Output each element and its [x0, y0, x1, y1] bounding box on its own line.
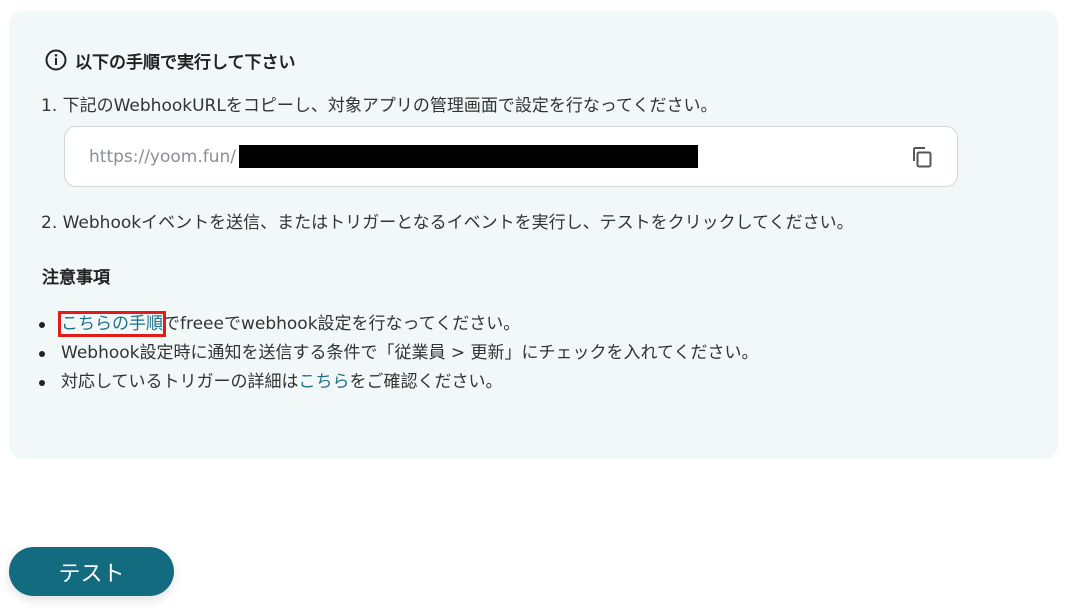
notes-list: こちらの手順でfreeeでwebhook設定を行なってください。 Webhook… — [39, 311, 759, 400]
webhook-url-text[interactable]: https://yoom.fun/ — [89, 147, 236, 167]
notes-title: 注意事項 — [42, 268, 110, 288]
list-item-text: 対応しているトリガーの詳細は — [61, 372, 299, 392]
webhook-url-field[interactable]: https://yoom.fun/ — [64, 126, 958, 187]
instructions-panel: 以下の手順で実行して下さい 1. 下記のWebhookURLをコピーし、対象アプ… — [9, 11, 1058, 459]
list-item: 対応しているトリガーの詳細はこちらをご確認ください。 — [39, 371, 759, 400]
procedure-link[interactable]: こちらの手順 — [58, 311, 166, 337]
info-circle-icon — [45, 49, 67, 71]
step-1-text: 1. 下記のWebhookURLをコピーし、対象アプリの管理画面で設定を行なって… — [41, 96, 718, 116]
step-2-text: 2. Webhookイベントを送信、またはトリガーとなるイベントを実行し、テスト… — [41, 213, 854, 233]
list-item: Webhook設定時に通知を送信する条件で「従業員 > 更新」にチェックを入れて… — [39, 342, 759, 371]
bullet — [39, 351, 45, 357]
list-item-text: でfreeeでwebhook設定を行なってください。 — [163, 314, 521, 334]
details-link[interactable]: こちら — [299, 372, 350, 392]
list-item-text: Webhook設定時に通知を送信する条件で「従業員 > 更新」にチェックを入れて… — [61, 343, 759, 363]
instructions-heading-row: 以下の手順で実行して下さい — [45, 48, 296, 73]
instructions-heading: 以下の手順で実行して下さい — [75, 52, 296, 73]
bullet — [39, 322, 45, 328]
test-button[interactable]: テスト — [9, 547, 174, 596]
copy-icon[interactable] — [909, 144, 935, 170]
list-item-text: をご確認ください。 — [349, 372, 503, 392]
redacted-url-part — [239, 145, 698, 168]
bullet — [39, 380, 45, 386]
list-item: こちらの手順でfreeeでwebhook設定を行なってください。 — [39, 311, 759, 342]
